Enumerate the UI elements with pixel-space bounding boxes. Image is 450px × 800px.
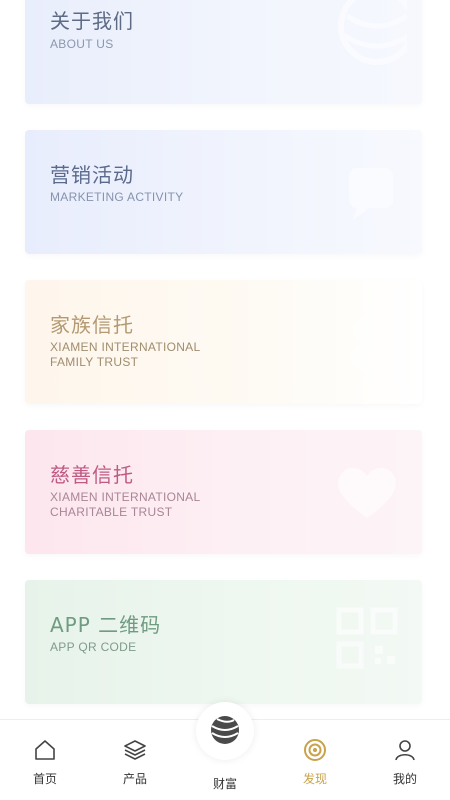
tab-label: 财富 — [212, 777, 237, 791]
globe-icon — [211, 716, 239, 744]
card-title: 营销活动 — [50, 163, 134, 187]
app-qr-code-card[interactable]: APP 二维码 APP QR CODE — [25, 580, 422, 704]
card-subtitle: ABOUT US — [50, 37, 114, 51]
heart-hands-watermark-icon — [338, 467, 396, 518]
qr-code-watermark-icon — [336, 607, 398, 669]
card-subtitle: MARKETING ACTIVITY — [50, 190, 184, 204]
marketing-activity-card[interactable]: 营销活动 MARKETING ACTIVITY — [25, 130, 422, 254]
card-title: APP 二维码 — [50, 613, 162, 637]
bottom-tab-bar: 首页 产品 财富 发现 我的 — [0, 702, 450, 800]
layers-icon — [124, 740, 146, 760]
tab-mine[interactable]: 我的 — [360, 720, 450, 800]
card-title: 关于我们 — [50, 9, 134, 33]
globe-watermark-icon — [338, 0, 407, 65]
card-subtitle: XIAMEN INTERNATIONAL CHARITABLE TRUST — [50, 490, 201, 519]
tab-wealth[interactable]: 财富 — [180, 702, 270, 800]
charitable-trust-card[interactable]: 慈善信托 XIAMEN INTERNATIONAL CHARITABLE TRU… — [25, 430, 422, 554]
card-subtitle: APP QR CODE — [50, 640, 137, 654]
speech-watermark-icon — [349, 168, 393, 220]
target-icon — [304, 739, 326, 761]
family-watermark-icon — [351, 316, 383, 370]
tab-label: 首页 — [32, 772, 57, 786]
tab-label: 产品 — [122, 772, 147, 786]
card-subtitle: XIAMEN INTERNATIONAL FAMILY TRUST — [50, 340, 201, 369]
tab-home[interactable]: 首页 — [0, 720, 90, 800]
home-icon — [35, 740, 55, 760]
tab-discover[interactable]: 发现 — [270, 720, 360, 800]
about-us-card[interactable]: 关于我们 ABOUT US — [25, 0, 422, 104]
tab-products[interactable]: 产品 — [90, 720, 180, 800]
tab-label: 发现 — [302, 772, 327, 786]
tab-label: 我的 — [392, 772, 417, 786]
discover-card-list: 关于我们 ABOUT US 营销活动 MARKETING ACTIVITY 家族… — [0, 0, 450, 720]
card-title: 慈善信托 — [50, 463, 134, 487]
wealth-center-button — [196, 702, 254, 760]
card-title: 家族信托 — [50, 313, 134, 337]
family-trust-card[interactable]: 家族信托 XIAMEN INTERNATIONAL FAMILY TRUST — [25, 280, 422, 404]
user-icon — [395, 740, 415, 761]
